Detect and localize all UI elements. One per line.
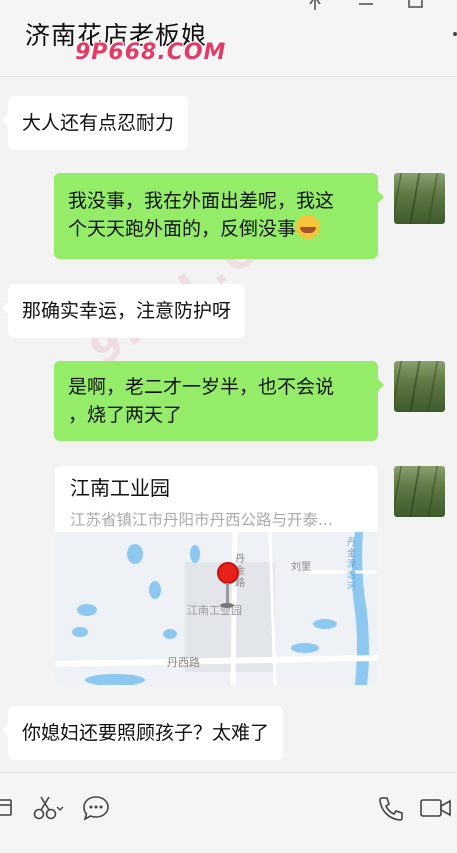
avatar[interactable] (394, 173, 445, 224)
input-toolbar (0, 772, 457, 853)
scissors-icon[interactable] (32, 795, 64, 821)
minimize-icon[interactable] (357, 0, 375, 12)
chat-bubble-icon[interactable] (82, 795, 110, 821)
phone-icon[interactable] (377, 795, 405, 823)
map-pin-stick (226, 583, 229, 605)
video-icon[interactable] (419, 795, 453, 821)
message-text-line: ，烧了两天了 (68, 404, 183, 426)
pin-icon[interactable] (306, 0, 324, 12)
message-text-line: 个天天跑外面的，反倒没事 (68, 215, 364, 243)
map-label-river: 丹金溧漕河 (347, 538, 357, 592)
avatar[interactable] (394, 466, 445, 517)
message-bubble-left[interactable]: 你媳妇还要照顾孩子？太难了 (1, 706, 284, 760)
watermark-text: 9P668.COM (75, 40, 227, 65)
message-text-line: 是啊，老二才一岁半，也不会说 (68, 376, 335, 398)
map-pin-icon (217, 562, 239, 584)
message-bubble-left[interactable]: 那确实幸运，注意防护呀 (1, 284, 246, 338)
message-text: 你媳妇还要照顾孩子？太难了 (22, 722, 270, 744)
crying-laughing-emoji-icon (296, 215, 321, 239)
avatar[interactable] (394, 361, 445, 412)
location-title: 江南工业园 (70, 476, 170, 500)
folder-icon[interactable] (0, 795, 14, 819)
location-card[interactable]: 江南工业园 江苏省镇江市丹阳市丹西公路与开泰... 丹金路 刘里 江南工业园 丹… (55, 466, 378, 685)
message-bubble-right[interactable]: 我没事，我在外面出差呢，我这 个天天跑外面的，反倒没事 (54, 173, 384, 259)
location-address: 江苏省镇江市丹阳市丹西公路与开泰... (70, 511, 333, 529)
message-bubble-right[interactable]: 是啊，老二才一岁半，也不会说 ，烧了两天了 (54, 361, 384, 441)
message-text: 大人还有点忍耐力 (22, 112, 175, 134)
location-map[interactable]: 丹金路 刘里 江南工业园 丹西路 丹金溧漕河 (55, 532, 378, 685)
more-icon[interactable] (453, 32, 457, 36)
message-text-line: 我没事，我在外面出差呢，我这 (68, 190, 335, 212)
message-bubble-left[interactable]: 大人还有点忍耐力 (1, 96, 189, 150)
map-pin-base (220, 603, 234, 608)
maximize-icon[interactable] (407, 0, 425, 10)
map-label-village: 刘里 (291, 562, 311, 573)
chat-header: 济南花店老板娘 9P668.COM (0, 0, 457, 77)
map-label-road: 丹西路 (167, 656, 200, 669)
message-text: 那确实幸运，注意防护呀 (22, 300, 232, 322)
